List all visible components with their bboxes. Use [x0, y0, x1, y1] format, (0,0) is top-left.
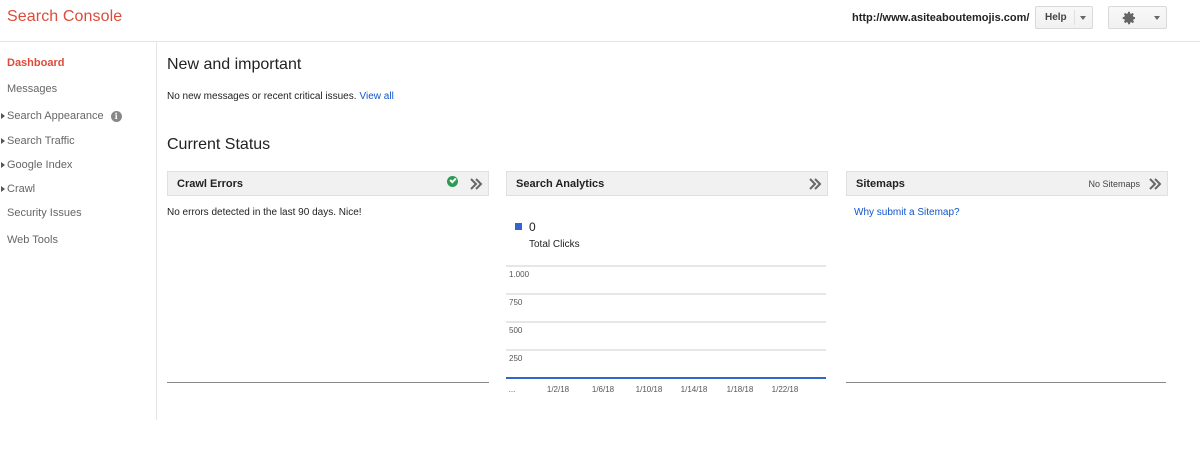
chevron-down-icon [1080, 16, 1086, 20]
sidebar-item-search-traffic[interactable]: Search Traffic [0, 133, 75, 149]
sidebar-item-label: Search Traffic [7, 135, 75, 147]
x-tick-label: 1/22/18 [772, 385, 799, 394]
info-icon[interactable]: i [110, 110, 122, 122]
expand-arrow-icon [1, 113, 5, 119]
card-title: Crawl Errors [177, 178, 244, 190]
y-tick-label: 1.000 [509, 270, 530, 279]
x-tick-label: 1/10/18 [636, 385, 663, 394]
divider [1074, 10, 1075, 25]
divider [167, 382, 489, 383]
expand-arrow-icon [1, 162, 5, 168]
expand-arrow-icon [1, 186, 5, 192]
y-tick-label: 750 [509, 298, 523, 307]
help-button[interactable]: Help [1035, 6, 1093, 29]
messages-notice: No new messages or recent critical issue… [167, 91, 394, 102]
y-tick-label: 250 [509, 354, 523, 363]
sidebar-item-security-issues[interactable]: Security Issues [0, 205, 82, 221]
sidebar-item-dashboard[interactable]: Dashboard [0, 55, 64, 71]
sidebar-item-messages[interactable]: Messages [0, 81, 57, 97]
sitemaps-count: No Sitemaps [1088, 179, 1140, 189]
search-analytics-card-header[interactable]: Search Analytics [506, 171, 828, 196]
clicks-chart[interactable]: 1.000 750 500 250... 1/2/18 1/6/18 1/10/18 1/14… [506, 260, 828, 400]
sidebar-item-label: Crawl [7, 183, 36, 195]
sidebar-item-web-tools[interactable]: Web Tools [0, 232, 58, 248]
total-clicks-label: Total Clicks [529, 239, 580, 250]
x-tick-label: 1/2/18 [547, 385, 570, 394]
x-tick-label: 1/18/18 [727, 385, 754, 394]
expand-arrow-icon [1, 138, 5, 144]
card-title: Search Analytics [516, 178, 605, 190]
help-button-label: Help [1045, 12, 1067, 23]
gear-icon [1122, 11, 1136, 25]
why-submit-sitemap-link[interactable]: Why submit a Sitemap? [854, 207, 960, 218]
total-clicks-value: 0 [529, 220, 536, 234]
y-tick-label: 500 [509, 326, 523, 335]
divider [846, 382, 1166, 383]
sidebar-item-label: Dashboard [7, 57, 65, 69]
sidebar-nav: Dashboard Messages Search Appearance i S… [0, 42, 157, 420]
app-title[interactable]: Search Console [7, 8, 122, 26]
crawl-errors-status: No errors detected in the last 90 days. … [167, 207, 362, 218]
x-tick-label: 1/14/18 [681, 385, 708, 394]
section-heading-status: Current Status [167, 136, 271, 153]
sidebar-item-label: Search Appearance [7, 110, 104, 122]
sidebar-item-label: Google Index [7, 159, 73, 171]
sidebar-item-google-index[interactable]: Google Index [0, 157, 72, 173]
crawl-errors-card-header[interactable]: Crawl Errors [167, 171, 489, 196]
check-circle-icon [447, 176, 458, 187]
sidebar-item-search-appearance[interactable]: Search Appearance i [0, 108, 122, 124]
double-chevron-right-icon[interactable] [469, 177, 483, 191]
double-chevron-right-icon[interactable] [1148, 177, 1162, 191]
double-chevron-right-icon[interactable] [808, 177, 822, 191]
sidebar-item-label: Web Tools [7, 234, 58, 246]
sidebar-item-label: Security Issues [7, 207, 82, 219]
top-bar: Search Console http://www.asiteaboutemoj… [0, 0, 1200, 42]
view-all-link[interactable]: View all [360, 91, 394, 102]
legend-swatch [515, 223, 522, 230]
chevron-down-icon [1154, 16, 1160, 20]
settings-button[interactable] [1108, 6, 1167, 29]
x-tick-label: 1/6/18 [592, 385, 615, 394]
notice-text: No new messages or recent critical issue… [167, 91, 357, 102]
sidebar-item-label: Messages [7, 83, 58, 95]
x-tick-label: ... [509, 385, 516, 394]
site-url[interactable]: http://www.asiteaboutemojis.com/ [852, 12, 1029, 24]
card-title: Sitemaps [856, 178, 905, 190]
sidebar-item-crawl[interactable]: Crawl [0, 181, 35, 197]
sitemaps-card-header[interactable]: Sitemaps No Sitemaps [846, 171, 1168, 196]
section-heading-new: New and important [167, 56, 302, 73]
